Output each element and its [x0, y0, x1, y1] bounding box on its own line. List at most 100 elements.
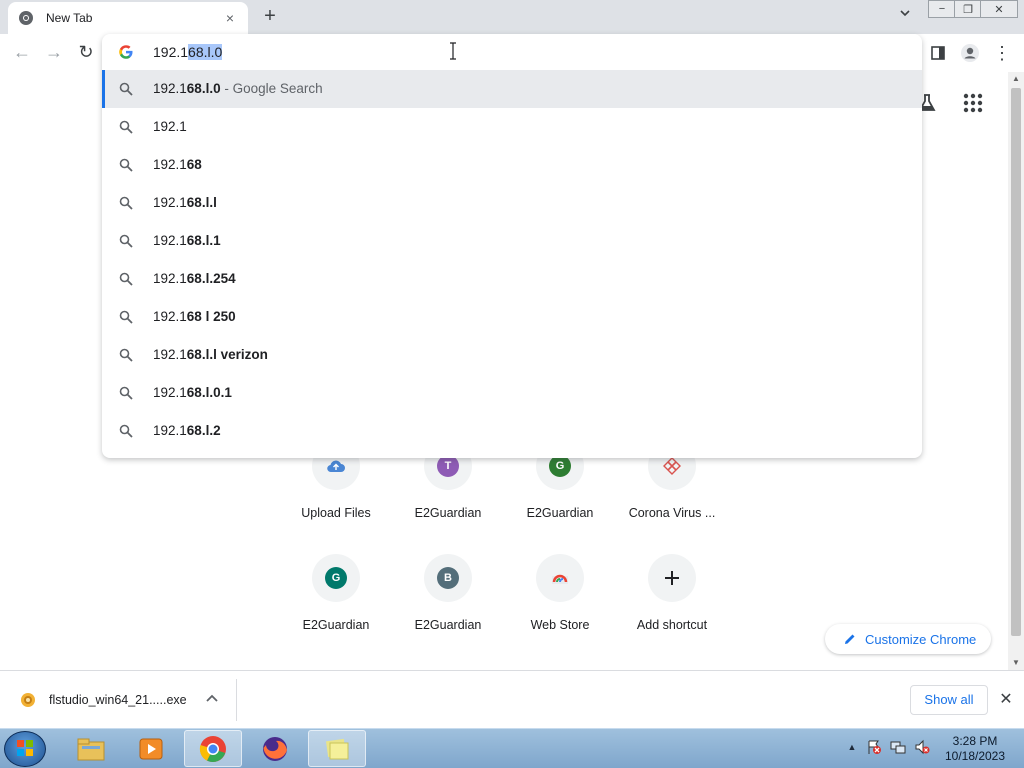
- suggestion-text: 192.168.l.254: [153, 271, 236, 286]
- suggestion-completion-part: 68.l.0.1: [186, 385, 232, 400]
- letter-avatar-icon: G: [549, 455, 571, 477]
- customize-chrome-button[interactable]: Customize Chrome: [825, 624, 991, 654]
- shortcut-label: E2Guardian: [414, 618, 482, 632]
- show-all-downloads-button[interactable]: Show all: [910, 685, 988, 715]
- suggestion-text: 192.1: [153, 119, 187, 134]
- web-store-icon: [552, 574, 568, 584]
- back-button[interactable]: ←: [10, 41, 34, 65]
- forward-button[interactable]: →: [42, 41, 66, 65]
- letter-avatar-icon: G: [325, 567, 347, 589]
- taskbar-file-explorer-icon[interactable]: [62, 730, 120, 767]
- shortcut-e2guardian-b[interactable]: B E2Guardian: [392, 554, 504, 654]
- profile-avatar-icon[interactable]: [958, 41, 982, 65]
- omnibox-typed-text: 192.1: [153, 44, 189, 60]
- minimize-button[interactable]: −: [928, 0, 956, 18]
- shortcut-label: E2Guardian: [302, 618, 370, 632]
- side-panel-icon[interactable]: [926, 41, 950, 65]
- chrome-menu-button[interactable]: ⋮: [990, 41, 1014, 65]
- suggestion-text: 192.168.l.l verizon: [153, 347, 268, 362]
- suggestion-typed-part: 192.1: [153, 119, 187, 134]
- clock-time: 3:28 PM: [952, 734, 998, 748]
- shortcut-icon-bg: [536, 554, 584, 602]
- shortcut-label: E2Guardian: [414, 506, 482, 520]
- pencil-icon: [845, 634, 855, 644]
- download-filename[interactable]: flstudio_win64_21.....exe: [49, 693, 187, 707]
- search-icon: [119, 234, 133, 248]
- download-options-chevron-icon[interactable]: [204, 691, 220, 707]
- omnibox-suggestion[interactable]: 192.168.l.254: [102, 260, 922, 298]
- show-hidden-icons-arrow[interactable]: ▲: [844, 739, 860, 755]
- suggestion-typed-part: 192.1: [153, 157, 187, 172]
- network-icon[interactable]: [890, 739, 906, 755]
- search-icon: [119, 348, 133, 362]
- suggestion-completion-part: 68.l.l: [186, 195, 217, 210]
- shortcut-e2guardian-g2[interactable]: G E2Guardian: [280, 554, 392, 654]
- omnibox-suggestion[interactable]: 192.168 l 250: [102, 298, 922, 336]
- shortcut-label: Add shortcut: [636, 618, 708, 632]
- suggestion-typed-part: 192.1: [153, 195, 187, 210]
- omnibox-suggestion[interactable]: 192.168.l.l: [102, 184, 922, 222]
- suggestion-text: 192.168.l.0.1: [153, 385, 232, 400]
- omnibox-text[interactable]: 192.168.l.0: [153, 44, 223, 60]
- new-tab-button[interactable]: +: [258, 5, 282, 29]
- add-shortcut-button[interactable]: Add shortcut: [616, 554, 728, 654]
- taskbar-media-player-icon[interactable]: [122, 730, 180, 767]
- customize-chrome-label: Customize Chrome: [865, 631, 977, 647]
- taskbar-firefox-icon[interactable]: [246, 730, 304, 767]
- omnibox-suggestion[interactable]: 192.1: [102, 108, 922, 146]
- shortcut-web-store[interactable]: Web Store: [504, 554, 616, 654]
- virus-icon: [663, 457, 681, 475]
- google-apps-icon[interactable]: [962, 92, 984, 114]
- action-center-flag-icon[interactable]: [866, 739, 882, 755]
- restore-button[interactable]: ❐: [954, 0, 982, 18]
- scroll-up-arrow-icon[interactable]: ▲: [1008, 72, 1024, 86]
- omnibox-suggestion[interactable]: 192.168: [102, 146, 922, 184]
- omnibox-suggestion[interactable]: 192.168.l.0.1: [102, 374, 922, 412]
- shortcut-label: Web Store: [530, 618, 590, 632]
- search-icon: [119, 386, 133, 400]
- suggestion-typed-part: 192.1: [153, 271, 187, 286]
- chrome-favicon-icon: [19, 11, 33, 25]
- omnibox-suggestion[interactable]: 192.168.l.0 - Google Search: [102, 70, 922, 108]
- system-clock[interactable]: 3:28 PM 10/18/2023: [940, 734, 1010, 764]
- suggestion-completion-part: 68.l.254: [186, 271, 236, 286]
- suggestion-text: 192.168.l.0 - Google Search: [153, 81, 323, 96]
- volume-muted-icon[interactable]: [914, 739, 930, 755]
- shortcut-label: E2Guardian: [526, 506, 594, 520]
- omnibox-suggestion[interactable]: 192.168.l.2: [102, 412, 922, 450]
- taskbar-chrome-icon[interactable]: [184, 730, 242, 767]
- scrollbar-thumb[interactable]: [1011, 88, 1021, 636]
- search-icon: [119, 158, 133, 172]
- omnibox-suggestion[interactable]: 192.168.l.1: [102, 222, 922, 260]
- suggestion-text: 192.168.l.2: [153, 423, 221, 438]
- tab-close-icon[interactable]: ×: [222, 10, 238, 26]
- close-shelf-button[interactable]: ✕: [996, 690, 1016, 710]
- cloud-upload-icon: [327, 460, 345, 473]
- omnibox-suggestion[interactable]: 192.168.l.l verizon: [102, 336, 922, 374]
- tab-strip: New Tab × + − ❐ ✕: [0, 0, 1024, 34]
- tab-new-tab[interactable]: New Tab ×: [8, 2, 248, 34]
- suggestion-suffix: - Google Search: [220, 81, 323, 96]
- shortcut-label: Upload Files: [301, 506, 371, 520]
- suggestion-completion-part: 68.l.1: [186, 233, 221, 248]
- download-shelf: flstudio_win64_21.....exe Show all ✕: [0, 670, 1024, 728]
- downloaded-file-icon[interactable]: [20, 692, 36, 708]
- tab-search-chevron-icon[interactable]: [894, 6, 916, 28]
- scroll-down-arrow-icon[interactable]: ▼: [1008, 656, 1024, 670]
- window-close-button[interactable]: ✕: [980, 0, 1018, 18]
- shortcut-label: Corona Virus ...: [628, 506, 716, 520]
- text-cursor-icon: [450, 42, 456, 60]
- omnibox-input[interactable]: 192.168.l.0: [102, 34, 922, 70]
- page-scrollbar[interactable]: ▲ ▼: [1008, 72, 1024, 670]
- reload-button[interactable]: ↻: [74, 41, 98, 65]
- shortcut-icon-bg: B: [424, 554, 472, 602]
- search-icon: [119, 272, 133, 286]
- suggestion-typed-part: 192.1: [153, 233, 187, 248]
- letter-avatar-icon: T: [437, 455, 459, 477]
- shelf-divider: [236, 679, 237, 721]
- search-icon: [119, 424, 133, 438]
- suggestion-completion-part: 68.l.l verizon: [186, 347, 268, 362]
- suggestion-text: 192.168.l.1: [153, 233, 221, 248]
- start-button-icon[interactable]: [4, 731, 46, 767]
- taskbar-notes-icon[interactable]: [308, 730, 366, 767]
